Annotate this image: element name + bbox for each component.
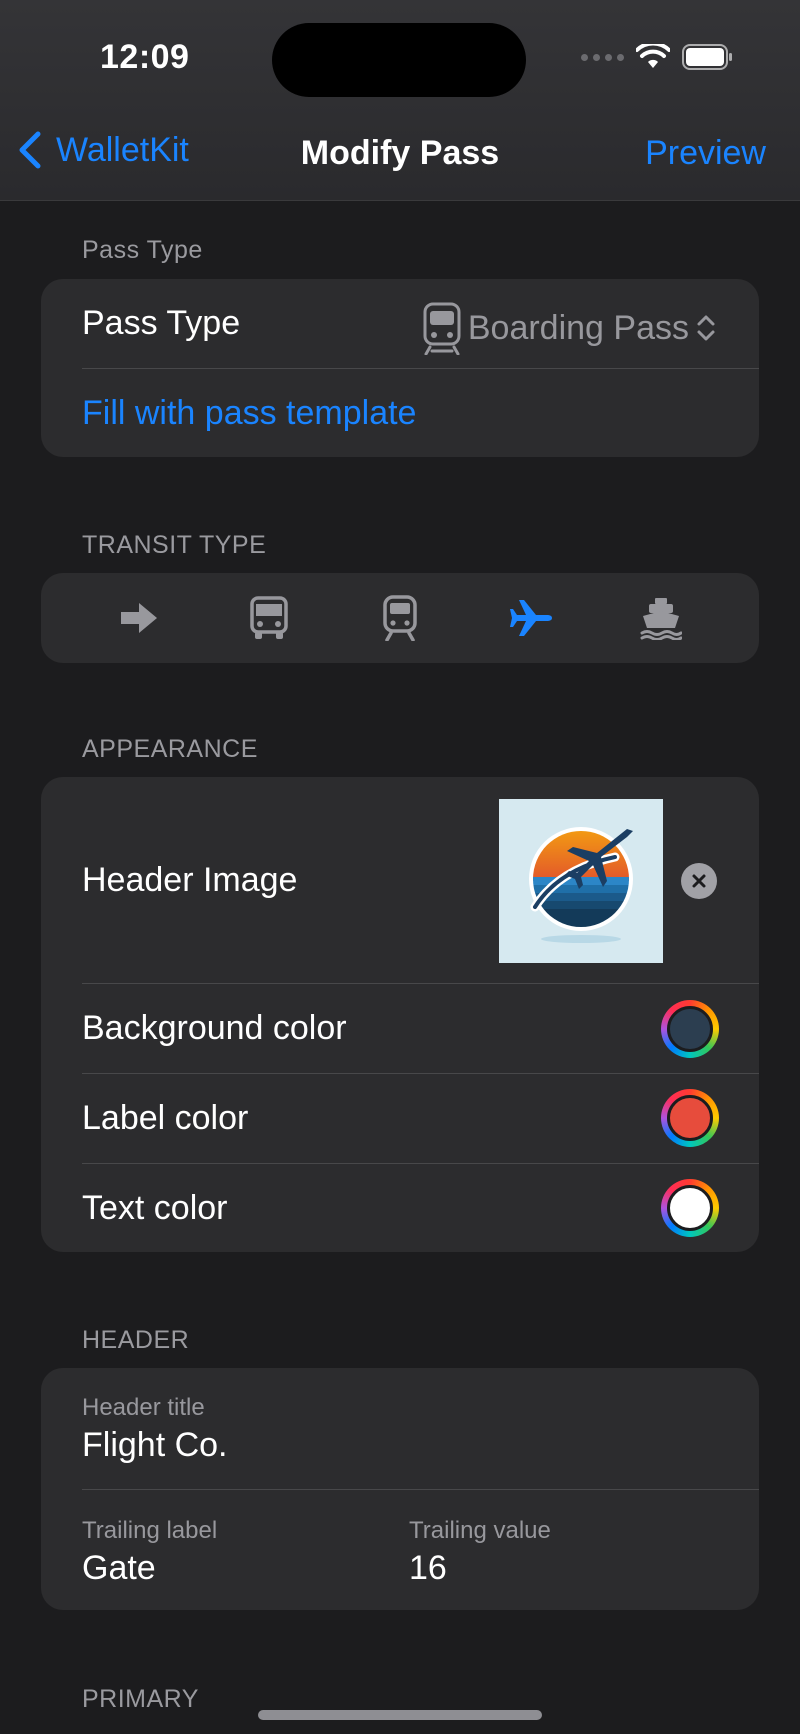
screen: 12:09 WalletKit Modify Pass Preview Pass… bbox=[0, 0, 800, 1734]
clear-image-button[interactable] bbox=[681, 863, 717, 899]
text-color-label: Text color bbox=[82, 1188, 228, 1227]
text-color-picker[interactable] bbox=[661, 1179, 719, 1237]
cellular-signal-icon bbox=[581, 53, 624, 61]
header-title-caption: Header title bbox=[82, 1394, 205, 1421]
battery-icon bbox=[682, 44, 732, 70]
airplane-icon bbox=[510, 600, 552, 636]
trailing-value-field[interactable]: 16 bbox=[409, 1549, 447, 1588]
background-color-row: Background color bbox=[82, 984, 759, 1073]
pass-type-picker[interactable]: Boarding Pass bbox=[422, 301, 717, 355]
bus-icon bbox=[250, 596, 288, 639]
dynamic-island bbox=[272, 23, 526, 97]
trailing-label-field[interactable]: Gate bbox=[82, 1549, 156, 1588]
header-image-thumbnail[interactable] bbox=[499, 799, 663, 963]
fill-template-link[interactable]: Fill with pass template bbox=[82, 394, 416, 433]
trailing-value-caption: Trailing value bbox=[409, 1517, 551, 1544]
label-color-label: Label color bbox=[82, 1099, 249, 1137]
section-header-transit-type: TRANSIT TYPE bbox=[82, 531, 267, 559]
transit-option-train[interactable] bbox=[375, 593, 425, 643]
wifi-icon bbox=[636, 44, 670, 68]
background-color-picker[interactable] bbox=[661, 1000, 719, 1058]
transit-option-bus[interactable] bbox=[244, 593, 294, 643]
label-color-swatch bbox=[667, 1095, 713, 1141]
section-header-primary: PRIMARY bbox=[82, 1685, 199, 1713]
navigation-bar: 12:09 WalletKit Modify Pass Preview bbox=[0, 0, 800, 201]
label-color-row: Label color bbox=[82, 1074, 759, 1163]
transit-option-arrow[interactable] bbox=[114, 593, 164, 643]
template-row: Fill with pass template bbox=[82, 369, 759, 457]
header-image-label: Header Image bbox=[82, 860, 298, 899]
preview-button[interactable]: Preview bbox=[645, 134, 766, 173]
divider bbox=[82, 1489, 759, 1490]
transit-option-airplane[interactable] bbox=[507, 593, 557, 643]
back-button[interactable]: WalletKit bbox=[16, 130, 189, 170]
background-color-swatch bbox=[667, 1006, 713, 1052]
appearance-card: Header Image Background color Label colo… bbox=[41, 777, 759, 1252]
pass-type-card: Pass Type Boarding Pass Fill with pass t… bbox=[41, 279, 759, 457]
pass-type-label: Pass Type bbox=[82, 304, 241, 342]
close-icon bbox=[692, 874, 706, 888]
arrow-right-icon bbox=[121, 603, 157, 633]
section-header-appearance: APPEARANCE bbox=[82, 735, 258, 763]
home-indicator bbox=[258, 1710, 542, 1720]
section-header-pass-type: Pass Type bbox=[82, 236, 203, 264]
header-title-field[interactable]: Flight Co. bbox=[82, 1426, 228, 1465]
text-color-row: Text color bbox=[82, 1164, 759, 1252]
status-icons bbox=[581, 44, 734, 70]
header-card: Header title Flight Co. Trailing label G… bbox=[41, 1368, 759, 1610]
status-time: 12:09 bbox=[100, 38, 190, 76]
boat-icon bbox=[640, 598, 682, 640]
back-button-label: WalletKit bbox=[56, 130, 189, 169]
train-icon bbox=[383, 595, 417, 641]
trailing-label-caption: Trailing label bbox=[82, 1517, 218, 1544]
pass-type-value: Boarding Pass bbox=[467, 308, 689, 347]
airline-logo-image bbox=[529, 827, 633, 943]
tram-icon bbox=[423, 302, 461, 355]
transit-type-card bbox=[41, 573, 759, 663]
transit-option-boat[interactable] bbox=[636, 593, 686, 643]
chevron-up-down-icon bbox=[697, 315, 715, 341]
chevron-left-icon bbox=[19, 131, 41, 169]
background-color-label: Background color bbox=[82, 1009, 347, 1047]
transit-type-segmented-control bbox=[41, 573, 759, 663]
section-header-header: HEADER bbox=[82, 1326, 190, 1354]
page-title: Modify Pass bbox=[300, 134, 500, 172]
text-color-swatch bbox=[667, 1185, 713, 1231]
label-color-picker[interactable] bbox=[661, 1089, 719, 1147]
